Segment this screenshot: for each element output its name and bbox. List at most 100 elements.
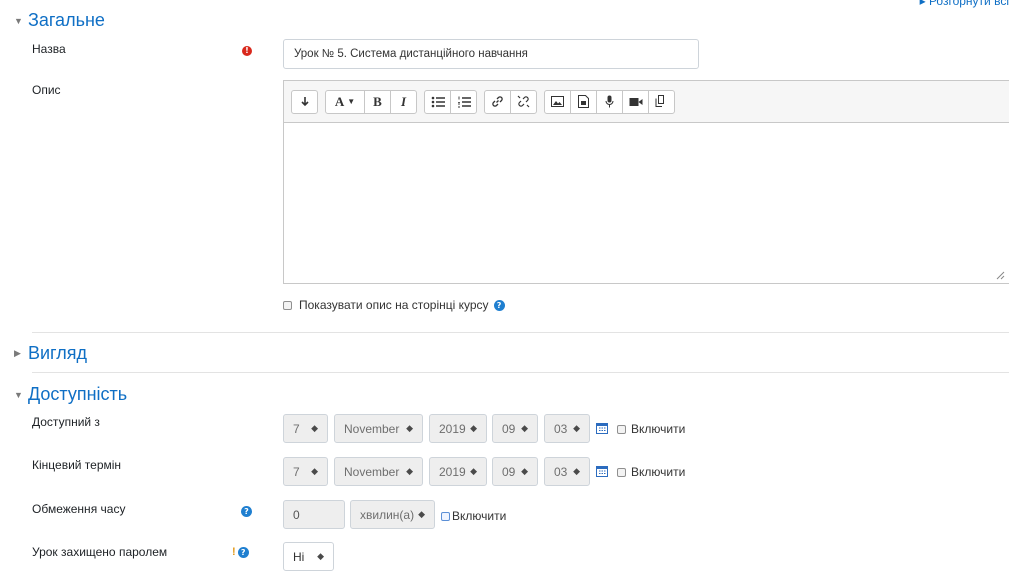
help-icon[interactable]: ? <box>237 546 249 558</box>
section-divider <box>32 372 1009 373</box>
chevron-down-icon: ▼ <box>347 97 356 106</box>
record-video-icon <box>629 97 642 106</box>
italic-button[interactable]: I <box>390 89 417 114</box>
editor-toolbar: A ▼ B I <box>284 81 1009 123</box>
ordered-list-button[interactable] <box>450 89 477 114</box>
sort-arrows-icon: ◆ <box>406 466 413 476</box>
section-divider <box>32 332 1009 333</box>
calendar-icon[interactable] <box>596 422 608 434</box>
available-from-day-select[interactable]: 7 ◆ <box>283 414 328 443</box>
sort-arrows-icon: ◆ <box>406 423 413 433</box>
expand-all-link[interactable]: ▸ Розгорнути всі <box>920 0 1009 8</box>
select-value: 7 <box>293 421 300 436</box>
caret-down-icon: ▼ <box>14 389 23 400</box>
available-from-hour-select[interactable]: 09 ◆ <box>492 414 538 443</box>
time-limit-value: 0 <box>293 507 300 522</box>
enable-label: Включити <box>452 509 507 523</box>
deadline-minute-select[interactable]: 03 ◆ <box>544 457 590 486</box>
deadline-day-select[interactable]: 7 ◆ <box>283 457 328 486</box>
collapse-icon <box>300 96 309 106</box>
enable-checkbox[interactable] <box>617 424 626 434</box>
bold-icon: B <box>373 93 382 109</box>
enable-checkbox[interactable] <box>441 511 450 521</box>
help-icon[interactable]: ? <box>241 503 252 517</box>
section-availability-header[interactable]: ▼ Доступність <box>14 384 127 405</box>
available-from-year-select[interactable]: 2019 ◆ <box>429 414 487 443</box>
available-from-label: Доступний з <box>32 415 100 429</box>
sort-arrows-icon: ◆ <box>573 423 580 433</box>
enable-label: Включити <box>631 465 686 479</box>
font-color-button[interactable]: A ▼ <box>325 89 365 114</box>
manage-files-button[interactable] <box>648 89 675 114</box>
section-general-header[interactable]: ▼ Загальне <box>14 10 105 31</box>
enable-checkbox[interactable] <box>617 467 626 477</box>
link-button[interactable] <box>484 89 511 114</box>
sort-arrows-icon: ◆ <box>521 423 528 433</box>
font-color-icon: A <box>334 93 345 109</box>
sort-arrows-icon: ◆ <box>311 423 318 433</box>
deadline-enable[interactable]: Включити <box>617 465 685 479</box>
unordered-list-icon <box>431 96 445 107</box>
required-icon: ! <box>242 42 252 56</box>
section-availability-title: Доступність <box>28 384 128 404</box>
description-textarea[interactable] <box>284 123 1009 283</box>
sort-arrows-icon: ◆ <box>470 423 477 433</box>
description-editor: A ▼ B I <box>283 80 1009 284</box>
deadline-hour-select[interactable]: 09 ◆ <box>492 457 538 486</box>
show-description-label: Показувати опис на сторінці курсу <box>299 298 489 312</box>
select-value: 7 <box>293 464 300 479</box>
section-appearance-header[interactable]: ▶ Вигляд <box>14 343 87 364</box>
section-general-title: Загальне <box>28 10 105 30</box>
available-from-minute-select[interactable]: 03 ◆ <box>544 414 590 443</box>
available-from-enable[interactable]: Включити <box>617 422 685 436</box>
resize-grip-icon[interactable] <box>996 271 1005 280</box>
sort-arrows-icon: ◆ <box>311 466 318 476</box>
show-description-row: Показувати опис на сторінці курсу ? <box>283 298 505 312</box>
select-value: 09 <box>502 464 516 479</box>
calendar-icon[interactable] <box>596 465 608 477</box>
manage-files-icon <box>655 95 664 107</box>
link-icon <box>492 96 503 107</box>
unlink-button[interactable] <box>510 89 537 114</box>
bold-button[interactable]: B <box>364 89 391 114</box>
password-help: ! ? <box>232 546 249 558</box>
sort-arrows-icon: ◆ <box>418 509 425 519</box>
caret-down-icon: ▼ <box>14 15 23 26</box>
name-label: Назва <box>32 42 66 56</box>
insert-media-button[interactable] <box>570 89 597 114</box>
collapse-toolbar-button[interactable] <box>291 89 318 114</box>
enable-label: Включити <box>631 422 686 436</box>
time-limit-unit-select[interactable]: хвилин(а) ◆ <box>350 500 435 529</box>
description-label: Опис <box>32 83 61 97</box>
insert-image-button[interactable] <box>544 89 571 114</box>
media-file-icon <box>578 95 589 108</box>
password-protected-select[interactable]: Ні ◆ <box>283 542 334 571</box>
select-value: хвилин(а) <box>360 507 415 522</box>
name-input[interactable] <box>283 39 699 69</box>
password-protected-label: Урок захищено паролем <box>32 545 168 559</box>
ordered-list-icon <box>457 96 471 107</box>
help-icon[interactable]: ? <box>493 299 505 311</box>
select-value: 03 <box>554 464 568 479</box>
select-value: 2019 <box>439 464 466 479</box>
time-limit-enable[interactable]: Включити <box>441 509 506 523</box>
italic-icon: I <box>400 93 407 109</box>
image-icon <box>551 96 564 107</box>
select-value: November <box>344 464 400 479</box>
record-video-button[interactable] <box>622 89 649 114</box>
deadline-label: Кінцевий термін <box>32 458 122 472</box>
record-audio-button[interactable] <box>596 89 623 114</box>
record-audio-icon <box>605 95 614 108</box>
show-description-checkbox[interactable] <box>283 300 292 310</box>
unordered-list-button[interactable] <box>424 89 451 114</box>
deadline-year-select[interactable]: 2019 ◆ <box>429 457 487 486</box>
section-appearance-title: Вигляд <box>28 343 87 363</box>
available-from-month-select[interactable]: November ◆ <box>334 414 423 443</box>
time-limit-label: Обмеження часу <box>32 502 126 516</box>
time-limit-input[interactable]: 0 <box>283 500 345 529</box>
sort-arrows-icon: ◆ <box>470 466 477 476</box>
select-value: 03 <box>554 421 568 436</box>
deadline-month-select[interactable]: November ◆ <box>334 457 423 486</box>
sort-arrows-icon: ◆ <box>521 466 528 476</box>
select-value: 09 <box>502 421 516 436</box>
